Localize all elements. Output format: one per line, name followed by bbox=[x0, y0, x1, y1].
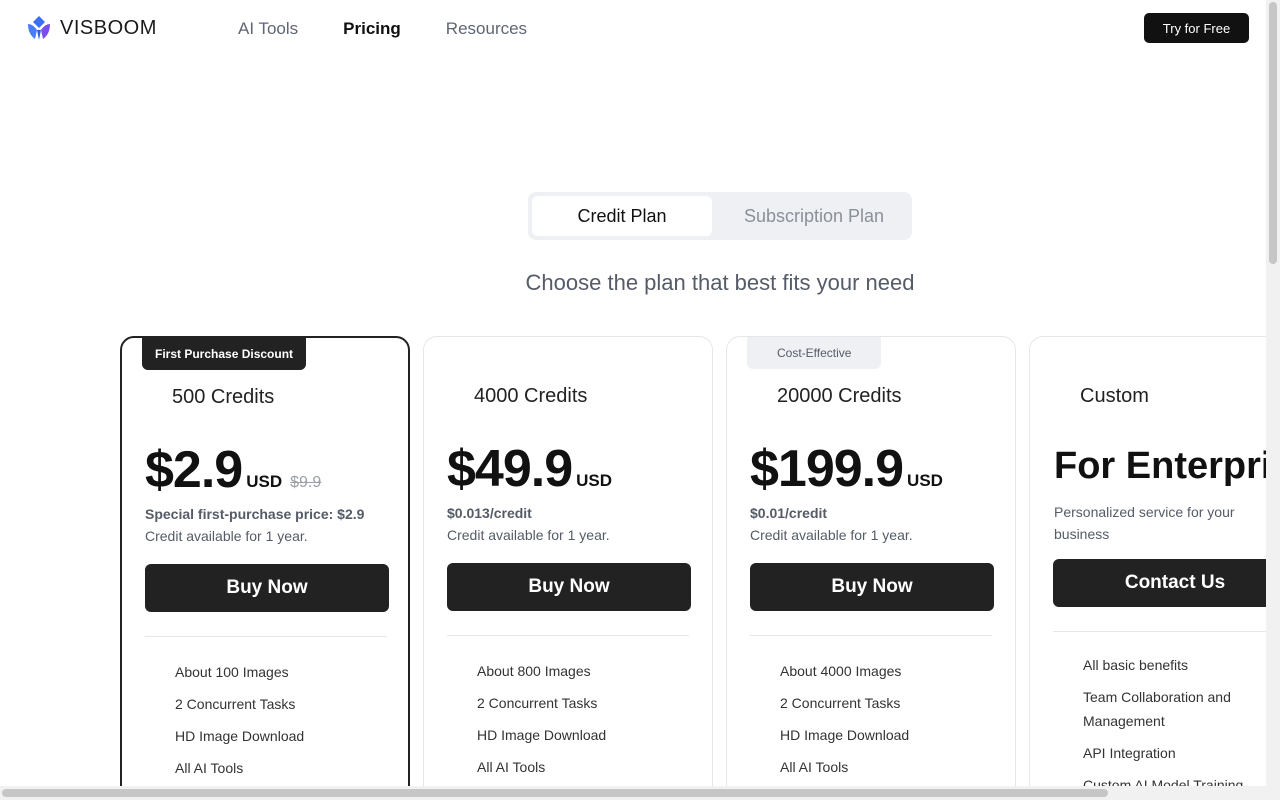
brand-logo[interactable]: VISBOOM bbox=[24, 14, 157, 42]
divider bbox=[145, 636, 387, 637]
feature-item: 2 Concurrent Tasks bbox=[780, 695, 901, 711]
feature-item: All AI Tools bbox=[175, 760, 244, 776]
plan-name: 4000 Credits bbox=[474, 385, 588, 407]
buy-now-button[interactable]: Buy Now bbox=[145, 564, 389, 612]
feature-item: API Integration bbox=[1083, 745, 1176, 761]
nav-ai-tools[interactable]: AI Tools bbox=[238, 19, 298, 39]
enterprise-description: Personalized service for your business bbox=[1054, 504, 1235, 542]
enterprise-title: For Enterprise bbox=[1054, 445, 1266, 487]
price-row: $49.9 USD bbox=[447, 439, 612, 499]
divider bbox=[447, 635, 689, 636]
plan-price: $49.9 bbox=[447, 440, 573, 498]
buy-now-button[interactable]: Buy Now bbox=[750, 563, 994, 611]
original-price: $9.9 bbox=[290, 474, 322, 491]
feature-item: All basic benefits bbox=[1083, 657, 1189, 673]
plan-card-custom: Custom For Enterprise Personalized servi… bbox=[1029, 336, 1266, 786]
visboom-logo-icon bbox=[28, 16, 50, 40]
feature-item: HD Image Download bbox=[175, 728, 305, 744]
feature-item: HD Image Download bbox=[780, 727, 910, 743]
feature-item: All AI Tools bbox=[477, 759, 546, 775]
price-note: $0.013/credit bbox=[447, 505, 532, 521]
plan-price: $199.9 bbox=[750, 440, 904, 498]
availability-text: Credit available for 1 year. bbox=[447, 527, 610, 543]
price-note: $0.01/credit bbox=[750, 505, 828, 521]
feature-item: Custom AI Model Training bbox=[1083, 777, 1244, 786]
feature-list: All basic benefits Team Collaboration an… bbox=[1083, 653, 1266, 786]
site-header: VISBOOM AI Tools Pricing Resources Try f… bbox=[0, 0, 1266, 58]
price-row: $2.9 USD $9.9 bbox=[145, 440, 321, 500]
plan-name: 20000 Credits bbox=[777, 385, 902, 407]
currency-label: USD bbox=[246, 472, 283, 491]
price-note: Special first-purchase price: $2.9 bbox=[145, 506, 365, 522]
plan-name: 500 Credits bbox=[172, 386, 275, 408]
feature-item: Team Collaboration and Management bbox=[1083, 689, 1231, 729]
feature-list: About 100 Images 2 Concurrent Tasks HD I… bbox=[175, 656, 304, 784]
horizontal-scrollbar-thumb[interactable] bbox=[2, 789, 1108, 797]
feature-item: About 800 Images bbox=[477, 663, 591, 679]
nav-resources[interactable]: Resources bbox=[446, 19, 527, 39]
plan-card-4000-credits: 4000 Credits $49.9 USD $0.013/credit Cre… bbox=[423, 336, 713, 786]
nav-pricing[interactable]: Pricing bbox=[343, 19, 401, 39]
contact-us-button[interactable]: Contact Us bbox=[1053, 559, 1266, 607]
feature-item: About 4000 Images bbox=[780, 663, 902, 679]
first-purchase-badge: First Purchase Discount bbox=[142, 338, 307, 370]
tab-subscription-plan[interactable]: Subscription Plan bbox=[718, 196, 910, 236]
brand-name: VISBOOM bbox=[60, 16, 157, 39]
feature-item: All AI Tools bbox=[780, 759, 849, 775]
availability-text: Credit available for 1 year. bbox=[145, 528, 308, 544]
price-row: $199.9 USD bbox=[750, 439, 943, 499]
try-for-free-button[interactable]: Try for Free bbox=[1144, 13, 1249, 43]
plan-price: $2.9 bbox=[145, 441, 243, 499]
page-headline: Choose the plan that best fits your need bbox=[525, 270, 915, 295]
cost-effective-badge: Cost-Effective bbox=[747, 337, 882, 369]
feature-item: About 100 Images bbox=[175, 664, 289, 680]
currency-label: USD bbox=[907, 471, 943, 490]
feature-item: 2 Concurrent Tasks bbox=[477, 695, 598, 711]
page-viewport: VISBOOM AI Tools Pricing Resources Try f… bbox=[0, 0, 1266, 786]
plan-card-20000-credits: Cost-Effective 20000 Credits $199.9 USD … bbox=[726, 336, 1016, 786]
plan-type-toggle: Credit Plan Subscription Plan bbox=[528, 192, 912, 240]
availability-text: Credit available for 1 year. bbox=[750, 527, 913, 543]
plan-card-500-credits: First Purchase Discount 500 Credits $2.9… bbox=[120, 336, 410, 786]
plan-name: Custom bbox=[1080, 385, 1149, 407]
main-nav: AI Tools Pricing Resources bbox=[238, 19, 572, 39]
divider bbox=[750, 635, 992, 636]
buy-now-button[interactable]: Buy Now bbox=[447, 563, 691, 611]
feature-item: 2 Concurrent Tasks bbox=[175, 696, 296, 712]
feature-list: About 4000 Images 2 Concurrent Tasks HD … bbox=[780, 655, 909, 783]
divider bbox=[1053, 631, 1266, 632]
vertical-scrollbar-thumb[interactable] bbox=[1269, 2, 1277, 264]
feature-list: About 800 Images 2 Concurrent Tasks HD I… bbox=[477, 655, 606, 783]
feature-item: HD Image Download bbox=[477, 727, 607, 743]
currency-label: USD bbox=[576, 471, 613, 490]
tab-credit-plan[interactable]: Credit Plan bbox=[532, 196, 712, 236]
